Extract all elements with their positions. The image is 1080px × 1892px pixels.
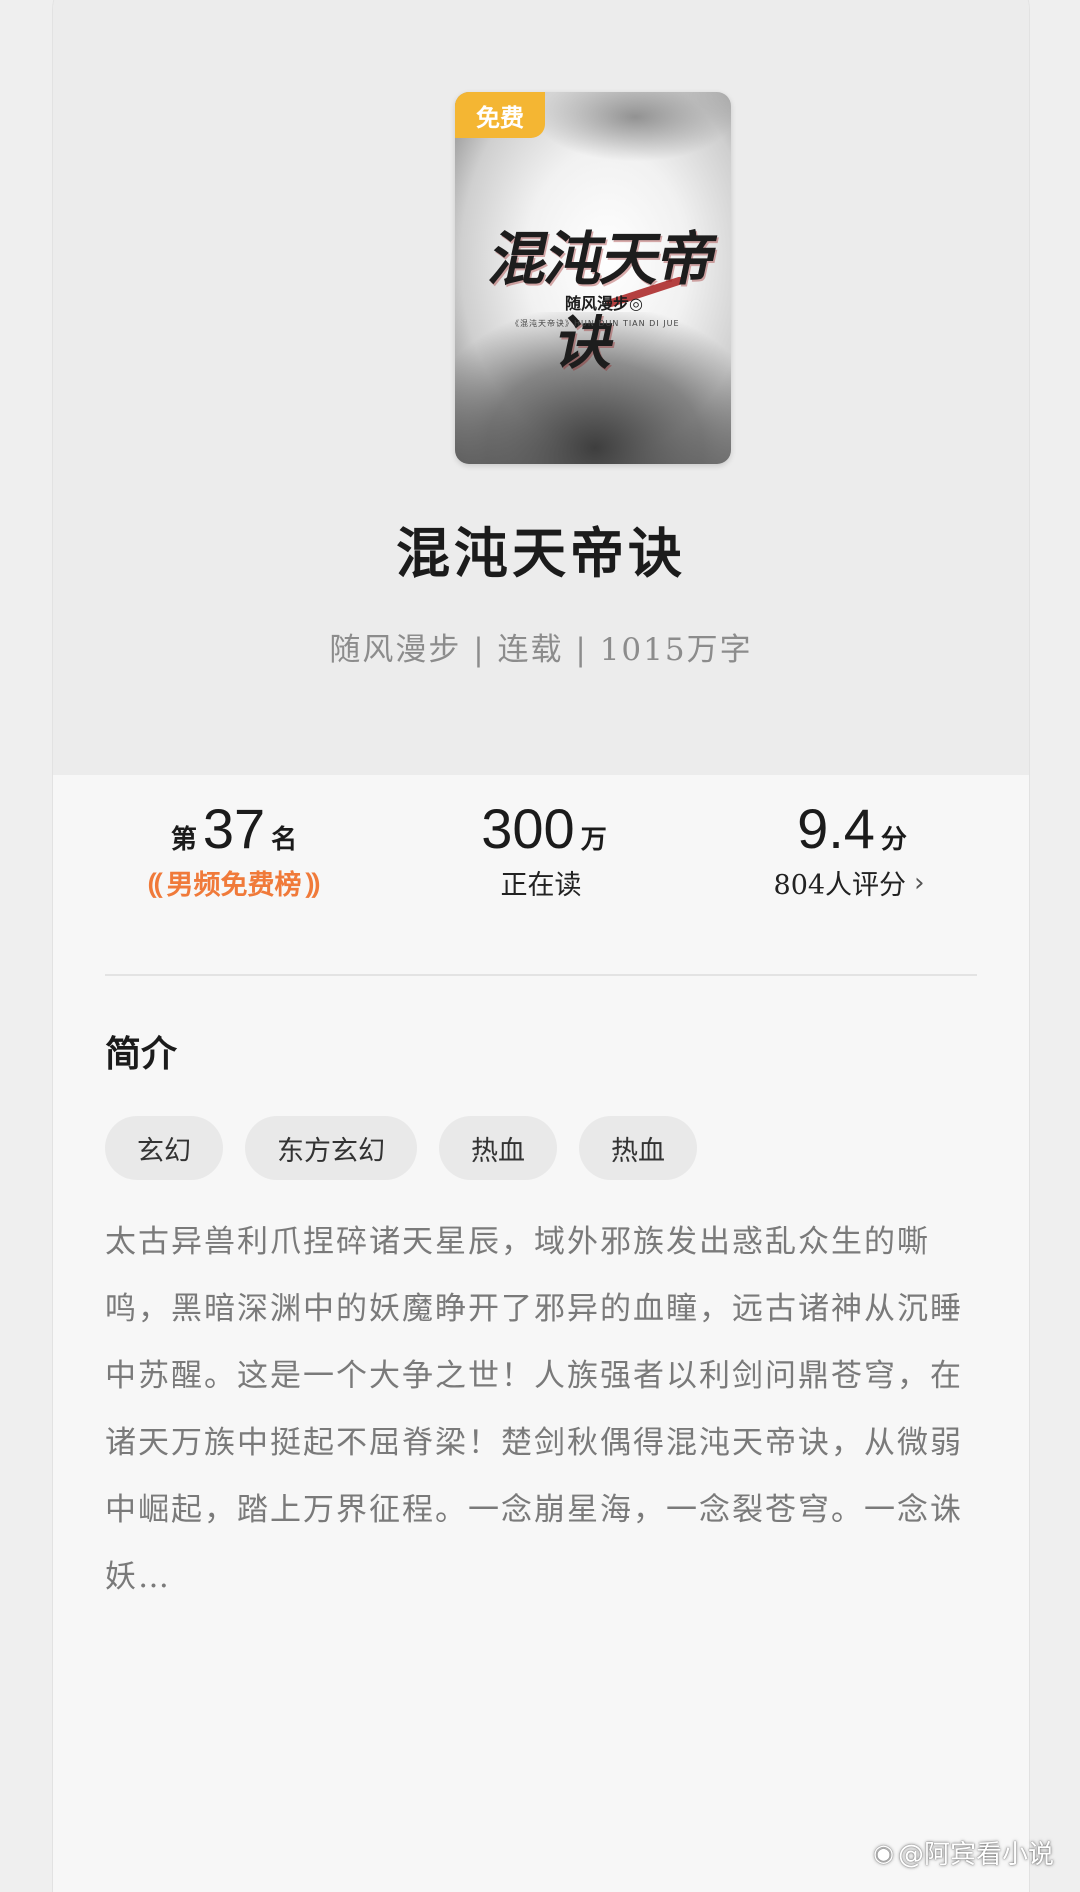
reading-label: 正在读	[500, 870, 582, 901]
reading-value-row: 300 万	[441, 797, 641, 861]
intro-heading: 简介	[105, 1033, 178, 1075]
rank-value-row: 第 37 名	[125, 797, 343, 861]
watermark-text: @阿宾看小说	[897, 1840, 1054, 1870]
cover-author-art: 随风漫步◎	[565, 294, 643, 313]
tag-chip[interactable]: 玄幻	[105, 1116, 223, 1180]
tag-chip[interactable]: 东方玄幻	[245, 1116, 417, 1180]
chevron-right-icon: ›	[914, 867, 925, 898]
free-badge: 免费	[455, 92, 545, 138]
weibo-icon: ◉	[873, 1838, 894, 1867]
score-stat[interactable]: 9.4 分 804人评分 ›	[729, 797, 969, 902]
cover-subtitle-art: 《混沌天帝诀》HUN DUN TIAN DI JUE	[511, 319, 680, 328]
cover-smoke-top	[535, 92, 731, 162]
rank-suffix: 名	[271, 825, 298, 855]
reading-number: 300	[481, 797, 575, 860]
book-detail-card: 混沌天帝诀 随风漫步◎ 《混沌天帝诀》HUN DUN TIAN DI JUE 免…	[52, 0, 1030, 1892]
tag-list: 玄幻 东方玄幻 热血 热血	[105, 1116, 697, 1180]
score-unit: 分	[880, 825, 907, 855]
rank-number: 37	[202, 797, 266, 860]
book-summary[interactable]: 太古异兽利爪捏碎诸天星辰，域外邪族发出惑乱众生的嘶鸣，黑暗深渊中的妖魔睁开了邪异…	[105, 1209, 985, 1611]
laurel-left-icon: ⸨	[148, 866, 163, 900]
rank-list-label: 男频免费榜	[166, 870, 302, 901]
book-detail-page: 混沌天帝诀 随风漫步◎ 《混沌天帝诀》HUN DUN TIAN DI JUE 免…	[0, 0, 1080, 1892]
reading-stat: 300 万 正在读	[441, 797, 641, 902]
score-count-label: 804人评分	[773, 870, 907, 901]
laurel-right-icon: ⸩	[305, 866, 320, 900]
book-title: 混沌天帝诀	[396, 521, 686, 585]
book-meta: 随风漫步 | 连载 | 1015万字	[329, 632, 753, 668]
score-number: 9.4	[797, 797, 875, 860]
rank-stat[interactable]: 第 37 名 ⸨ 男频免费榜 ⸩	[125, 797, 343, 902]
rank-prefix: 第	[170, 825, 197, 855]
book-cover[interactable]: 混沌天帝诀 随风漫步◎ 《混沌天帝诀》HUN DUN TIAN DI JUE 免…	[455, 92, 731, 464]
score-value-row: 9.4 分	[729, 797, 969, 861]
tag-chip[interactable]: 热血	[579, 1116, 697, 1180]
watermark: ◉ @阿宾看小说	[873, 1834, 1054, 1871]
rank-list-label-row: ⸨ 男频免费榜 ⸩	[125, 863, 343, 902]
score-label-row: 804人评分 ›	[729, 863, 969, 902]
stats-divider	[105, 974, 977, 976]
tag-chip[interactable]: 热血	[439, 1116, 557, 1180]
reading-unit: 万	[580, 825, 607, 855]
